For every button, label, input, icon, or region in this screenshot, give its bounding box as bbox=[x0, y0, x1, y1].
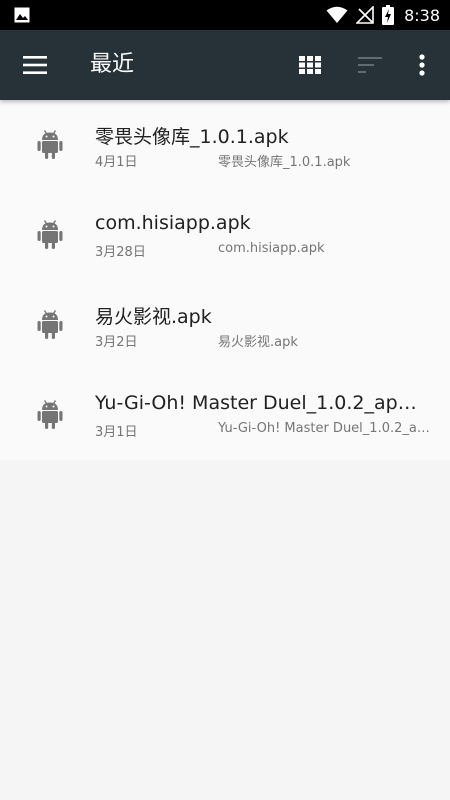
file-path: com.hisiapp.apk bbox=[218, 241, 325, 256]
list-item[interactable]: 易火影视.apk 3月2日 易火影视.apk bbox=[0, 280, 450, 370]
file-path: Yu-Gi-Oh! Master Duel_1.0.2_apkcombo.com… bbox=[218, 421, 432, 436]
file-date: 3月1日 bbox=[95, 425, 138, 440]
sort-button[interactable] bbox=[348, 30, 392, 100]
android-icon bbox=[37, 130, 63, 160]
file-name: Yu-Gi-Oh! Master Duel_1.0.2_apkcombo.com… bbox=[95, 392, 425, 414]
file-path: 零畏头像库_1.0.1.apk bbox=[218, 155, 351, 170]
list-item[interactable]: com.hisiapp.apk 3月28日 com.hisiapp.apk bbox=[0, 190, 450, 280]
page-title: 最近 bbox=[90, 52, 135, 77]
file-name: 零畏头像库_1.0.1.apk bbox=[95, 126, 289, 148]
grid-view-button[interactable] bbox=[288, 30, 332, 100]
menu-icon bbox=[23, 56, 47, 74]
sort-icon bbox=[358, 57, 382, 73]
app-toolbar: 最近 bbox=[0, 30, 450, 100]
menu-button[interactable] bbox=[10, 30, 60, 100]
status-icons: 8:38 bbox=[326, 0, 440, 30]
battery-charging-icon bbox=[382, 5, 395, 25]
list-item[interactable]: 零畏头像库_1.0.1.apk 4月1日 零畏头像库_1.0.1.apk bbox=[0, 100, 450, 190]
wifi-icon bbox=[326, 6, 348, 24]
file-date: 3月28日 bbox=[95, 245, 146, 260]
file-name: 易火影视.apk bbox=[95, 306, 212, 328]
android-icon bbox=[37, 220, 63, 250]
file-name: com.hisiapp.apk bbox=[95, 212, 251, 234]
recent-files-list: 零畏头像库_1.0.1.apk 4月1日 零畏头像库_1.0.1.apk com… bbox=[0, 100, 450, 460]
android-icon bbox=[37, 310, 63, 340]
file-date: 3月2日 bbox=[95, 335, 138, 350]
image-icon bbox=[14, 7, 30, 27]
android-icon bbox=[37, 400, 63, 430]
file-path: 易火影视.apk bbox=[218, 335, 298, 350]
more-vert-icon bbox=[419, 54, 425, 76]
status-time: 8:38 bbox=[404, 5, 440, 25]
grid-view-icon bbox=[299, 56, 321, 74]
no-signal-icon bbox=[356, 6, 374, 24]
status-bar: 8:38 bbox=[0, 0, 450, 30]
more-options-button[interactable] bbox=[404, 30, 440, 100]
file-date: 4月1日 bbox=[95, 155, 138, 170]
list-item[interactable]: Yu-Gi-Oh! Master Duel_1.0.2_apkcombo.com… bbox=[0, 370, 450, 460]
